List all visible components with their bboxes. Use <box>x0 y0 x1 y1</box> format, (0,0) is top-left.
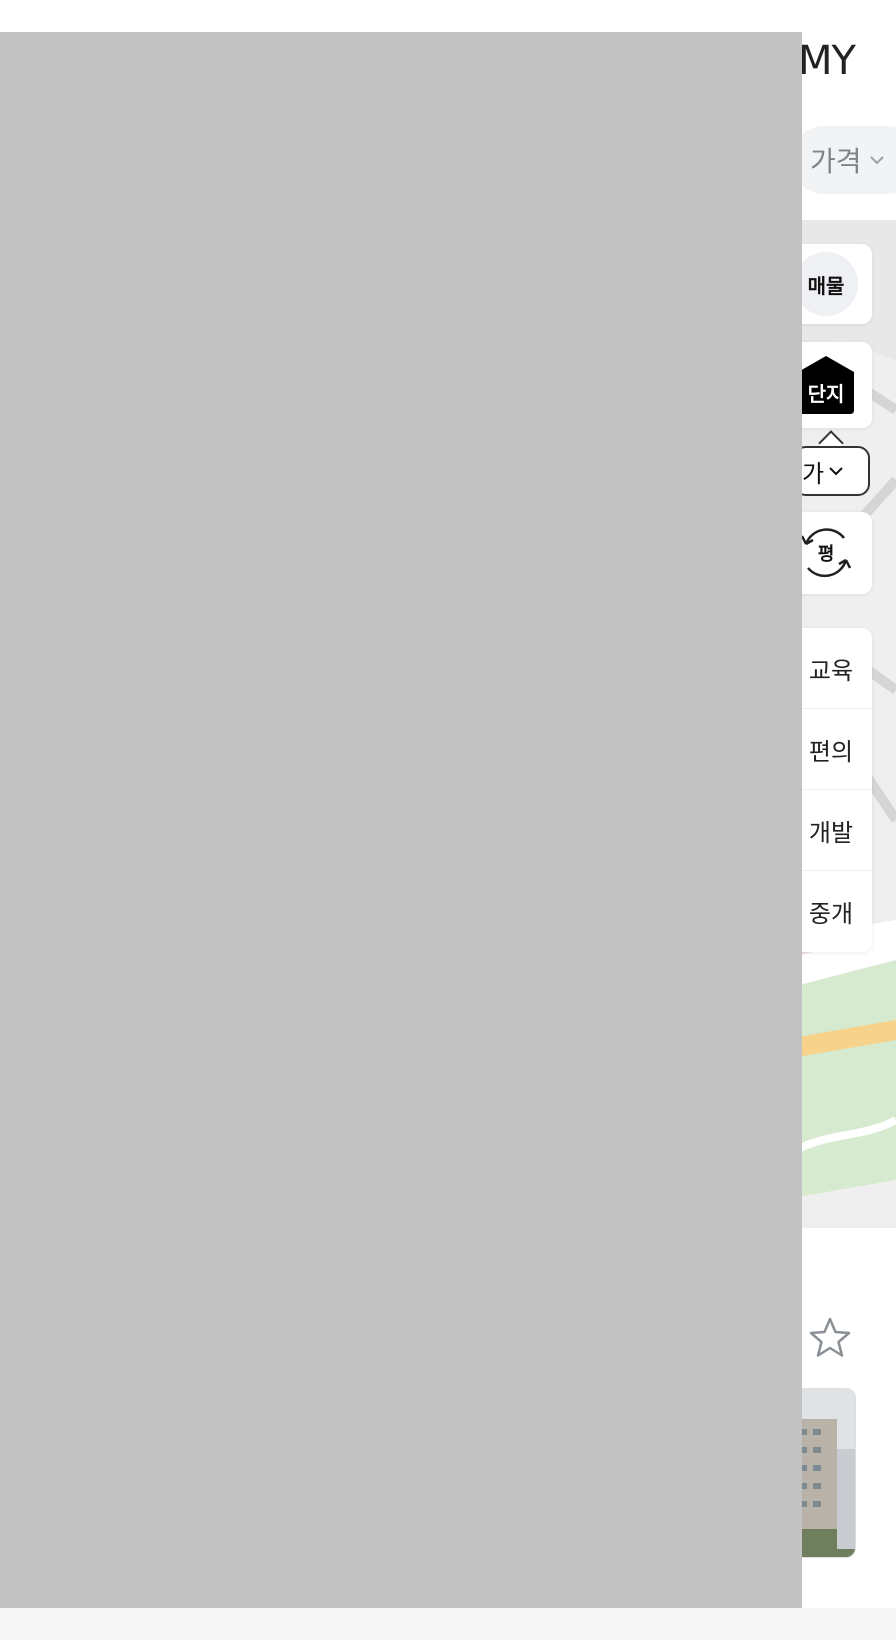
navigation-bar <box>0 1608 896 1640</box>
layer-agency[interactable]: 중개 <box>790 871 872 952</box>
price-filter-label: 가격 <box>810 145 862 178</box>
layer-convenience[interactable]: 편의 <box>790 709 872 790</box>
price-filter-chip[interactable]: 가격 <box>790 126 896 194</box>
listing-toggle-label: 매물 <box>794 252 858 316</box>
price-type-label: 가 <box>802 459 825 488</box>
price-type-selector[interactable]: 가 <box>794 446 870 496</box>
star-icon[interactable] <box>808 1316 852 1358</box>
layer-development[interactable]: 개발 <box>790 790 872 871</box>
page-title: MY <box>798 38 856 84</box>
area-unit-toggle[interactable]: 평 <box>790 512 872 594</box>
map-layer-list: 교육 편의 개발 중개 <box>790 628 872 952</box>
dim-overlay[interactable] <box>0 32 802 1608</box>
complex-toggle-label: 단지 <box>807 382 845 406</box>
chevron-down-icon <box>869 156 884 165</box>
area-toggle-icon: 평 <box>800 528 852 578</box>
complex-toggle[interactable]: 단지 <box>790 342 872 428</box>
status-bar <box>0 0 896 32</box>
layer-education[interactable]: 교육 <box>790 628 872 709</box>
listing-toggle[interactable]: 매물 <box>790 244 872 324</box>
area-unit-label: 평 <box>818 544 835 565</box>
chevron-down-icon <box>829 467 843 476</box>
